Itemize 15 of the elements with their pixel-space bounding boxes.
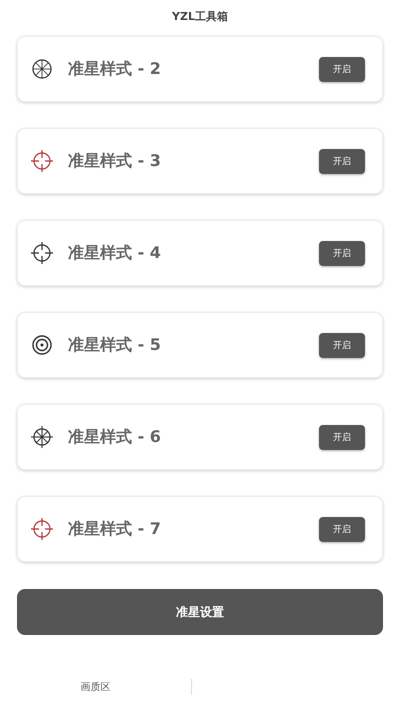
nav-tab[interactable]: 画质区 xyxy=(0,680,191,694)
crosshair-style-label: 准星样式 - 5 xyxy=(68,334,162,356)
enable-button[interactable]: 开启 xyxy=(319,424,365,450)
enable-button[interactable]: 开启 xyxy=(319,332,365,358)
enable-button[interactable]: 开启 xyxy=(319,148,365,174)
crosshair-settings-button[interactable]: 准星设置 xyxy=(17,589,383,635)
enable-button[interactable]: 开启 xyxy=(319,516,365,542)
crosshair-style-label: 准星样式 - 7 xyxy=(68,518,162,540)
crosshair-style-label: 准星样式 - 3 xyxy=(68,150,162,172)
enable-button[interactable]: 开启 xyxy=(319,56,365,82)
enable-button[interactable]: 开启 xyxy=(319,240,365,266)
crosshair-style-label: 准星样式 - 4 xyxy=(68,242,162,264)
app-title: YZL工具箱 xyxy=(171,9,229,25)
crosshair-style-label: 准星样式 - 6 xyxy=(68,426,162,448)
crosshair-style-label: 准星样式 - 2 xyxy=(68,58,162,80)
